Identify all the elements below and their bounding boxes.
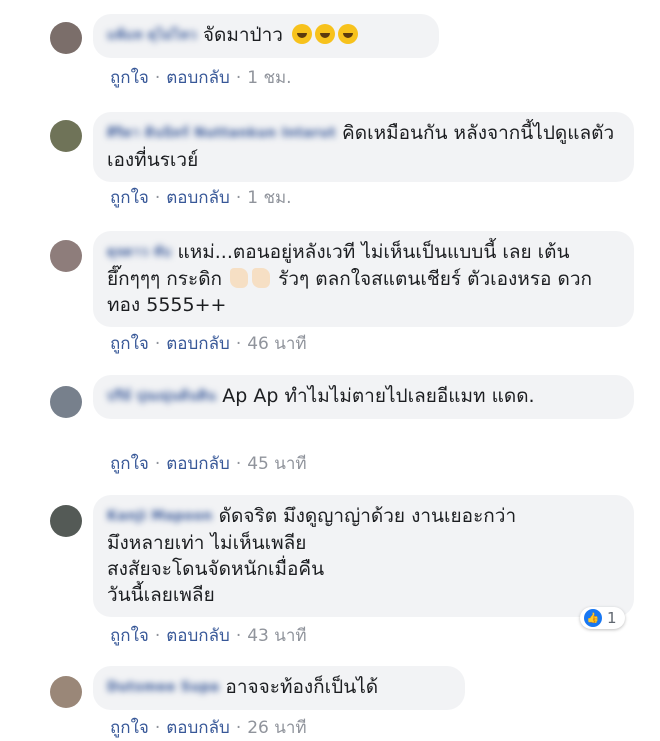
avatar[interactable] (50, 120, 82, 152)
clapping-hands-icon (230, 268, 249, 288)
like-link[interactable]: ถูกใจ (110, 626, 149, 646)
comment-bubble: ปรีย์ ปุณณุ่นต้นติน Ap Ap ทำไมไม่ตายไปเลย… (93, 375, 634, 419)
comment-text-line: สงสัยจะโดนจัดหนักเมื่อคืน (107, 558, 325, 580)
comment-timestamp[interactable]: 45 นาที (247, 454, 306, 474)
reply-link[interactable]: ตอบกลับ (166, 718, 230, 738)
separator: · (235, 454, 242, 474)
like-link[interactable]: ถูกใจ (110, 68, 149, 88)
separator: · (154, 334, 161, 354)
grinning-face-icon (315, 24, 336, 44)
reply-link[interactable]: ตอบกลับ (166, 68, 230, 88)
separator: · (154, 718, 161, 738)
separator: · (154, 188, 161, 208)
avatar[interactable] (50, 505, 82, 537)
like-link[interactable]: ถูกใจ (110, 454, 149, 474)
comment-bubble: Kanji Mapoon ดัดจริต มึงดูญาญ่าด้วย งานเย… (93, 495, 634, 617)
separator: · (235, 718, 242, 738)
comment-timestamp[interactable]: 43 นาที (247, 626, 306, 646)
separator: · (235, 68, 242, 88)
separator: · (235, 188, 242, 208)
like-link[interactable]: ถูกใจ (110, 188, 149, 208)
separator: · (154, 68, 161, 88)
reply-link[interactable]: ตอบกลับ (166, 334, 230, 354)
reaction-count-badge[interactable]: 👍 1 (580, 607, 625, 629)
comment-actions: ถูกใจ · ตอบกลับ · 46 นาที (110, 330, 307, 357)
comment-bubble: Dutsmee Supa อาจจะท้องก็เป็นได้ (93, 666, 465, 710)
commenter-name[interactable]: ศิริดา ดินนิทร์ Nuttankun Intarut (107, 121, 336, 147)
comment-text: จัดมาป่าว (202, 24, 283, 46)
separator: · (154, 454, 161, 474)
reply-link[interactable]: ตอบกลับ (166, 626, 230, 646)
comment-timestamp[interactable]: 1 ชม. (247, 68, 291, 88)
commenter-name[interactable]: Dutsmee Supa (107, 675, 219, 701)
reaction-count: 1 (607, 609, 617, 627)
comment-bubble: ดุจดาว ทับ แหม่...ตอนอยู่หลังเวที ไม่เห็น… (93, 231, 634, 327)
separator: · (235, 334, 242, 354)
clapping-hands-icon (252, 268, 271, 288)
like-link[interactable]: ถูกใจ (110, 718, 149, 738)
comment-bubble: ศิริดา ดินนิทร์ Nuttankun Intarut คิดเหมื… (93, 112, 634, 182)
comment-timestamp[interactable]: 46 นาที (247, 334, 306, 354)
comment-bubble: แพ้แท ดุไม่ไหว จัดมาป่าว (93, 14, 439, 58)
comment-text-line: วันนี้เลยเพลีย (107, 584, 215, 606)
commenter-name[interactable]: ปรีย์ ปุณณุ่นต้นติน (107, 384, 216, 410)
comment-text: Ap Ap ทำไมไม่ตายไปเลยอีแมท แดด. (222, 385, 535, 407)
like-icon: 👍 (584, 609, 602, 627)
comment-actions: ถูกใจ · ตอบกลับ · 43 นาที (110, 622, 307, 649)
comment-actions: ถูกใจ · ตอบกลับ · 26 นาที (110, 714, 307, 741)
grinning-face-icon (338, 24, 359, 44)
avatar[interactable] (50, 676, 82, 708)
comment-timestamp[interactable]: 1 ชม. (247, 188, 291, 208)
comment-actions: ถูกใจ · ตอบกลับ · 45 นาที (110, 450, 307, 477)
avatar[interactable] (50, 22, 82, 54)
grinning-face-icon (292, 24, 313, 44)
comment-text: ดัดจริต มึงดูญาญ่าด้วย งานเยอะกว่า (218, 505, 517, 527)
comment-text: อาจจะท้องก็เป็นได้ (225, 676, 379, 698)
avatar[interactable] (50, 240, 82, 272)
commenter-name[interactable]: แพ้แท ดุไม่ไหว (107, 23, 197, 49)
separator: · (154, 626, 161, 646)
like-link[interactable]: ถูกใจ (110, 334, 149, 354)
commenter-name[interactable]: ดุจดาว ทับ (107, 240, 171, 266)
reply-link[interactable]: ตอบกลับ (166, 188, 230, 208)
avatar[interactable] (50, 386, 82, 418)
reply-link[interactable]: ตอบกลับ (166, 454, 230, 474)
comment-timestamp[interactable]: 26 นาที (247, 718, 306, 738)
commenter-name[interactable]: Kanji Mapoon (107, 504, 213, 530)
comment-text-line: มึงหลายเท่า ไม่เห็นเพลีย (107, 532, 307, 554)
comment-actions: ถูกใจ · ตอบกลับ · 1 ชม. (110, 64, 292, 91)
comment-actions: ถูกใจ · ตอบกลับ · 1 ชม. (110, 184, 292, 211)
separator: · (235, 626, 242, 646)
